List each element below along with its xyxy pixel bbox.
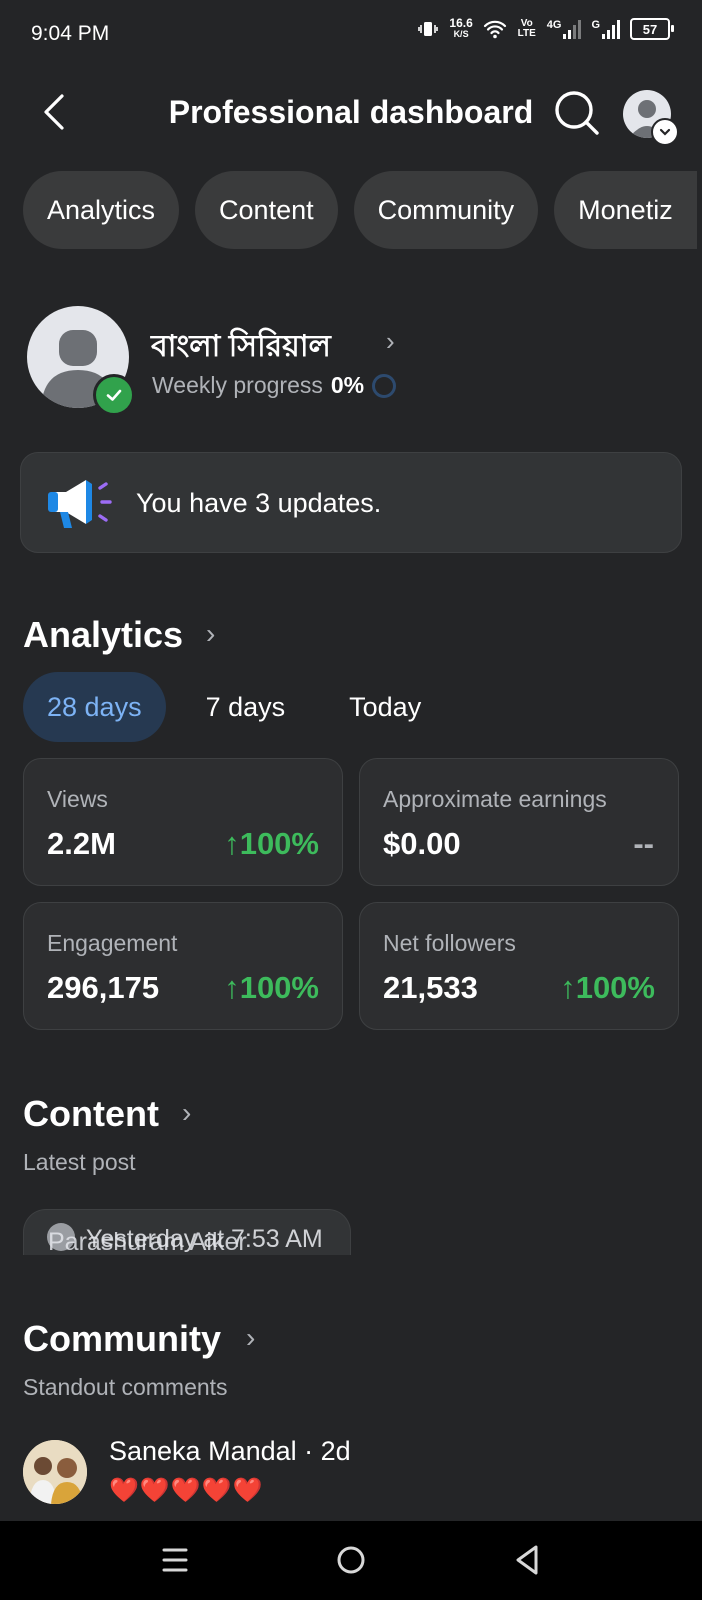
- system-nav-bar: [0, 1521, 702, 1600]
- progress-ring-icon: [372, 373, 397, 398]
- range-today[interactable]: Today: [325, 672, 445, 742]
- tab-monetization[interactable]: Monetiz: [554, 171, 697, 249]
- network-g-label: G: [591, 19, 600, 31]
- chevron-right-icon[interactable]: ›: [246, 1322, 255, 1354]
- back-nav-button[interactable]: [512, 1543, 542, 1582]
- metric-label: Approximate earnings: [383, 786, 607, 812]
- metric-card-engagement[interactable]: [23, 902, 343, 1030]
- metric-value: 296,175: [47, 970, 160, 1005]
- date-range-selector: 28 days 7 days Today: [23, 672, 445, 742]
- menu-icon: [162, 1548, 188, 1572]
- metric-change-value: --: [633, 826, 654, 861]
- back-button[interactable]: [38, 90, 78, 134]
- chevron-right-icon[interactable]: ›: [206, 618, 215, 650]
- battery-icon: 57: [630, 18, 674, 40]
- comment-text: ❤️❤️❤️❤️❤️: [109, 1477, 264, 1504]
- status-icons: 16.6 K/S Vo LTE 4G G 57: [417, 16, 674, 40]
- net-speed-unit: K/S: [453, 29, 469, 39]
- metric-change: ↑100%: [200, 970, 319, 1006]
- metric-card-views[interactable]: [23, 758, 343, 886]
- battery-level: 57: [642, 21, 658, 37]
- signal-icon-1: [563, 19, 582, 39]
- status-time: 9:04 PM: [31, 22, 110, 45]
- latest-post-label: Latest post: [23, 1149, 136, 1175]
- weekly-progress-value: 0%: [330, 372, 365, 398]
- analytics-heading[interactable]: Analytics: [23, 614, 183, 656]
- metric-change: ↑100%: [200, 826, 319, 862]
- chevron-right-icon[interactable]: ›: [182, 1097, 191, 1129]
- recent-apps-button[interactable]: [160, 1545, 190, 1580]
- arrow-up-icon: ↑: [224, 826, 240, 861]
- post-author: Parashuram Aiker: [48, 1228, 247, 1256]
- home-circle-icon: [337, 1546, 365, 1574]
- metric-change-value: 100%: [239, 826, 319, 861]
- metric-card-earnings[interactable]: [359, 758, 679, 886]
- tab-community[interactable]: Community: [353, 171, 539, 249]
- verified-badge: [93, 374, 135, 416]
- volte-label: Vo LTE: [517, 18, 536, 39]
- commenter-name[interactable]: Saneka Mandal · 2d: [109, 1436, 351, 1467]
- metric-change-value: 100%: [239, 970, 319, 1005]
- arrow-up-icon: ↑: [560, 970, 576, 1005]
- vibrate-icon: [418, 22, 439, 36]
- megaphone-icon: [46, 474, 112, 530]
- chevron-right-icon[interactable]: ›: [386, 326, 395, 357]
- weekly-progress-label: Weekly progress: [152, 372, 323, 398]
- community-heading[interactable]: Community: [23, 1318, 221, 1360]
- updates-text: You have 3 updates.: [136, 488, 382, 518]
- account-switch-badge[interactable]: [651, 118, 679, 146]
- range-28-days[interactable]: 28 days: [23, 672, 166, 742]
- metric-change: ↑100%: [536, 970, 655, 1006]
- wifi-icon: [483, 20, 506, 39]
- metric-label: Net followers: [383, 930, 516, 956]
- metric-label: Views: [47, 786, 108, 812]
- dashboard-tabs: Analytics Content Community Monetiz: [23, 171, 697, 249]
- metric-change-value: 100%: [575, 970, 655, 1005]
- checkmark-icon: [106, 389, 122, 401]
- content-heading[interactable]: Content: [23, 1093, 159, 1135]
- metric-value: 21,533: [383, 970, 478, 1005]
- search-icon: [555, 91, 599, 135]
- net-speed: 16.6 K/S: [449, 16, 473, 40]
- tab-analytics[interactable]: Analytics: [23, 171, 180, 249]
- page-name[interactable]: বাংলা সিরিয়াল: [151, 322, 331, 373]
- metric-label: Engagement: [47, 930, 178, 956]
- tab-content[interactable]: Content: [195, 171, 338, 249]
- standout-comments-label: Standout comments: [23, 1374, 228, 1400]
- search-button[interactable]: [552, 88, 602, 138]
- back-arrow-icon: [44, 94, 64, 130]
- weekly-progress[interactable]: Weekly progress 0%: [152, 372, 397, 399]
- chevron-down-icon: [659, 128, 671, 136]
- home-button[interactable]: [335, 1544, 367, 1581]
- commenter-photo-icon: [23, 1440, 87, 1504]
- net-speed-value: 16.6: [449, 16, 473, 30]
- arrow-up-icon: ↑: [224, 970, 240, 1005]
- metric-value: 2.2M: [47, 826, 116, 861]
- back-triangle-icon: [516, 1545, 538, 1575]
- network-4g-label: 4G: [546, 19, 562, 31]
- range-7-days[interactable]: 7 days: [182, 672, 310, 742]
- commenter-avatar[interactable]: [23, 1440, 87, 1504]
- signal-icon-2: [602, 19, 620, 39]
- metric-card-net-followers[interactable]: [359, 902, 679, 1030]
- metric-value: $0.00: [383, 826, 461, 861]
